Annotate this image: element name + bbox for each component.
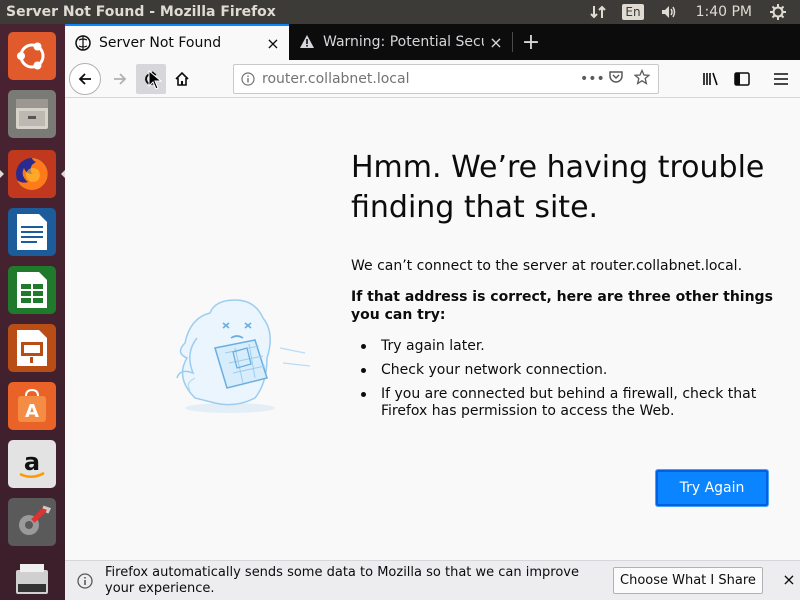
sidebar-button[interactable] bbox=[727, 64, 757, 94]
software-center-icon[interactable]: A bbox=[6, 380, 58, 432]
trash-icon[interactable] bbox=[6, 554, 58, 600]
page-actions-icon[interactable]: ••• bbox=[580, 71, 605, 87]
nav-bar: ••• bbox=[65, 60, 800, 98]
try-again-button[interactable]: Try Again bbox=[656, 470, 768, 506]
back-button[interactable] bbox=[69, 63, 101, 95]
error-title: Hmm. We’re having trouble finding that s… bbox=[351, 150, 765, 225]
launcher: A a bbox=[0, 24, 65, 600]
hamburger-menu-icon bbox=[774, 73, 788, 85]
files-icon[interactable] bbox=[6, 88, 58, 140]
tab-label: Warning: Potential Secu bbox=[323, 34, 484, 50]
list-item: Check your network connection. bbox=[351, 362, 771, 379]
error-lead: We can’t connect to the server at router… bbox=[351, 258, 743, 274]
error-suggestion-heading: If that address is correct, here are thr… bbox=[351, 289, 773, 323]
clock[interactable]: 1:40 PM bbox=[686, 0, 762, 24]
indicators: En 1:40 PM bbox=[582, 0, 800, 24]
notification-bar: Firefox automatically sends some data to… bbox=[65, 560, 800, 600]
system-settings-icon[interactable] bbox=[6, 496, 58, 548]
new-tab-button[interactable]: + bbox=[517, 24, 545, 60]
keyboard-language-indicator[interactable]: En bbox=[614, 0, 651, 24]
error-illustration bbox=[155, 278, 325, 418]
forward-arrow-icon bbox=[114, 73, 127, 85]
tab-close-icon[interactable]: × bbox=[484, 33, 508, 52]
warning-globe-icon bbox=[75, 35, 91, 51]
libreoffice-writer-icon[interactable] bbox=[6, 206, 58, 258]
settings-gear-icon[interactable] bbox=[762, 0, 794, 24]
home-button[interactable] bbox=[167, 64, 197, 94]
suggestion-list: Try again later. Check your network conn… bbox=[351, 338, 771, 427]
tab-bar: Server Not Found × Warning: Potential Se… bbox=[65, 24, 800, 60]
error-page: Hmm. We’re having trouble finding that s… bbox=[65, 98, 800, 560]
url-input[interactable] bbox=[262, 71, 580, 87]
library-button[interactable] bbox=[696, 64, 726, 94]
top-panel: Server Not Found - Mozilla Firefox En 1:… bbox=[0, 0, 800, 24]
window-title: Server Not Found - Mozilla Firefox bbox=[6, 4, 276, 20]
ubuntu-dash-icon[interactable] bbox=[6, 30, 58, 82]
site-info-icon[interactable] bbox=[234, 72, 262, 86]
library-icon bbox=[703, 72, 718, 86]
svg-text:a: a bbox=[24, 448, 40, 476]
lang-label: En bbox=[622, 4, 644, 20]
tab-separator bbox=[512, 32, 513, 52]
close-icon[interactable]: × bbox=[779, 570, 799, 589]
info-icon bbox=[65, 572, 105, 589]
libreoffice-impress-icon[interactable] bbox=[6, 322, 58, 374]
home-icon bbox=[175, 71, 189, 86]
forward-button[interactable] bbox=[105, 64, 135, 94]
warning-icon bbox=[299, 34, 315, 50]
tab-warning[interactable]: Warning: Potential Secu × bbox=[289, 24, 512, 60]
url-actions: ••• bbox=[580, 68, 658, 89]
tab-server-not-found[interactable]: Server Not Found × bbox=[65, 24, 289, 60]
list-item: Try again later. bbox=[351, 338, 771, 355]
tab-close-icon[interactable]: × bbox=[261, 34, 285, 53]
libreoffice-calc-icon[interactable] bbox=[6, 264, 58, 316]
url-bar[interactable]: ••• bbox=[233, 64, 659, 94]
notification-text: Firefox automatically sends some data to… bbox=[105, 564, 579, 596]
firefox-icon[interactable] bbox=[6, 148, 58, 200]
tab-label: Server Not Found bbox=[99, 35, 222, 51]
back-arrow-icon bbox=[78, 73, 91, 85]
volume-icon[interactable] bbox=[652, 0, 686, 24]
pocket-icon[interactable] bbox=[606, 69, 626, 89]
sidebar-icon bbox=[734, 72, 750, 86]
network-icon[interactable] bbox=[582, 0, 614, 24]
svg-text:A: A bbox=[25, 401, 39, 422]
star-icon[interactable] bbox=[632, 68, 652, 89]
list-item: If you are connected but behind a firewa… bbox=[351, 386, 771, 420]
choose-what-i-share-button[interactable]: Choose What I Share bbox=[613, 567, 763, 594]
mouse-cursor-icon bbox=[148, 69, 163, 90]
menu-button[interactable] bbox=[766, 64, 796, 94]
running-indicator bbox=[0, 170, 4, 178]
amazon-icon[interactable]: a bbox=[6, 438, 58, 490]
